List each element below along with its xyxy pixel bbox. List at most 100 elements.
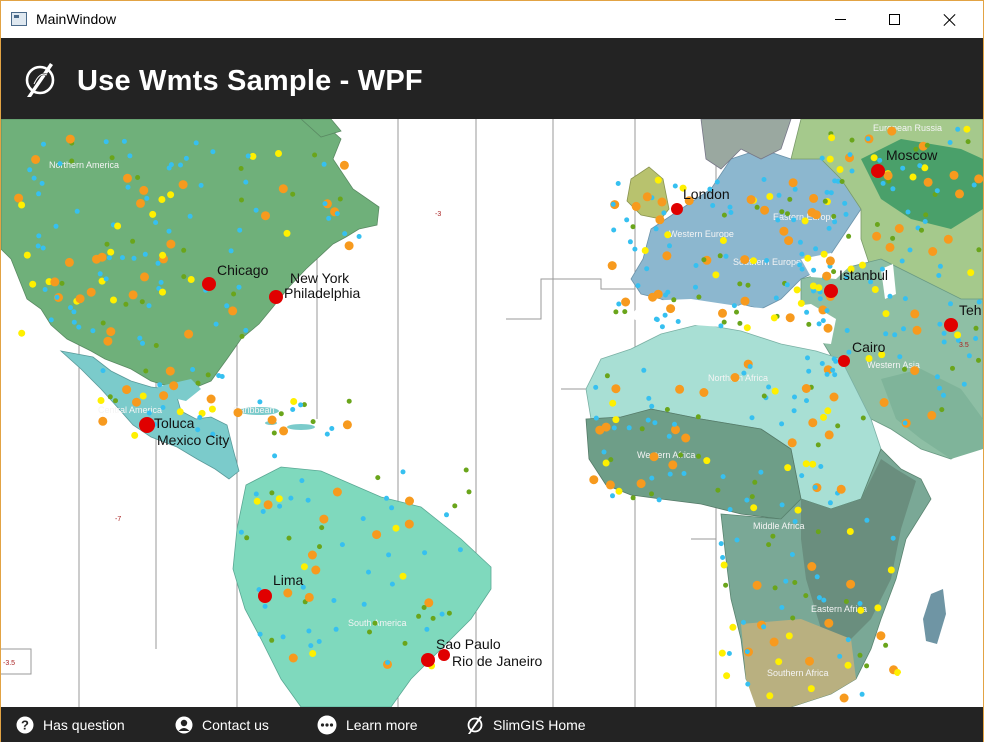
close-button[interactable]	[927, 1, 973, 38]
city-dot	[605, 480, 615, 490]
city-dot	[825, 256, 835, 266]
city-dot	[839, 179, 845, 184]
more-icon	[317, 715, 337, 734]
has-question-link[interactable]: ? Has question	[16, 707, 125, 742]
city-dot	[797, 239, 803, 245]
city-dot	[630, 224, 636, 230]
main-window: MainWindow Use Wmts Sample - WPF Norther…	[0, 0, 984, 742]
city-dot	[333, 626, 339, 632]
city-dot	[100, 368, 106, 374]
city-dot	[205, 372, 211, 378]
city-dot	[305, 497, 311, 503]
city-dot	[208, 405, 216, 413]
city-dot	[965, 139, 971, 145]
city-label-moscow: Moscow	[886, 147, 938, 163]
city-dot	[319, 525, 325, 531]
city-dot	[272, 453, 278, 459]
city-dot	[846, 528, 854, 535]
city-dot	[814, 574, 820, 580]
city-dot	[749, 415, 755, 421]
city-dot	[337, 196, 343, 202]
city-dot	[776, 192, 782, 198]
city-dot	[693, 284, 698, 290]
city-dot	[316, 639, 322, 644]
city-dot	[375, 475, 381, 481]
city-dot	[864, 663, 870, 669]
city-dot	[954, 331, 962, 339]
city-dot	[712, 271, 720, 279]
city-dot	[950, 365, 955, 371]
city-dot	[611, 425, 617, 431]
city-dot	[816, 321, 822, 327]
city-dot	[737, 320, 743, 326]
minimize-button[interactable]	[817, 1, 863, 38]
maximize-button[interactable]	[871, 1, 917, 38]
city-dot	[745, 681, 751, 687]
city-dot	[71, 309, 77, 315]
slimgis-home-link[interactable]: SlimGIS Home	[466, 707, 586, 742]
city-dot	[744, 497, 750, 503]
city-dot	[820, 250, 828, 258]
city-dot	[653, 226, 659, 232]
has-question-label: Has question	[43, 716, 125, 733]
city-dot	[132, 397, 141, 407]
city-dot	[31, 155, 41, 164]
city-dot	[128, 290, 138, 300]
city-dot	[322, 201, 328, 207]
city-dot	[883, 331, 889, 337]
map-view[interactable]: Northern America Central America Caribbe…	[1, 119, 983, 707]
city-dot	[721, 319, 727, 325]
learn-more-link[interactable]: Learn more	[317, 707, 418, 742]
city-dot	[622, 309, 628, 315]
city-dot	[131, 431, 139, 439]
city-dot	[844, 328, 850, 333]
city-dot	[642, 192, 652, 202]
city-dot	[949, 170, 959, 180]
city-dot	[195, 380, 201, 386]
city-dot	[967, 269, 975, 277]
city-dot	[874, 222, 880, 227]
city-dot	[649, 403, 655, 409]
city-dot	[659, 324, 665, 330]
city-marker-istanbul	[824, 284, 838, 298]
city-dot	[883, 642, 889, 648]
city-dot	[948, 301, 953, 307]
city-dot	[298, 402, 304, 408]
map-canvas[interactable]: Northern America Central America Caribbe…	[1, 119, 983, 707]
city-dot	[630, 495, 636, 501]
city-dot	[48, 317, 54, 323]
city-dot	[342, 231, 348, 237]
city-dot	[648, 292, 658, 302]
city-dot	[832, 372, 838, 378]
city-dot	[261, 211, 270, 221]
city-dot	[750, 257, 757, 265]
city-dot	[789, 552, 795, 557]
city-dot	[752, 580, 762, 590]
city-dot	[809, 460, 817, 468]
city-dot	[922, 219, 928, 224]
city-dot	[159, 391, 169, 401]
city-dot	[122, 385, 132, 395]
contact-us-link[interactable]: Contact us	[175, 707, 269, 742]
city-dot	[86, 287, 96, 297]
city-dot	[720, 555, 726, 560]
page-title: Use Wmts Sample - WPF	[77, 65, 423, 97]
city-dot	[723, 582, 729, 588]
city-dot	[824, 407, 832, 415]
city-dot	[140, 340, 145, 346]
city-dot	[290, 191, 296, 197]
city-dot	[121, 138, 127, 144]
city-dot	[721, 212, 727, 218]
city-dot	[877, 157, 883, 163]
city-dot	[224, 303, 230, 309]
city-dot	[752, 479, 758, 485]
city-dot	[794, 506, 802, 514]
city-dot	[109, 155, 115, 161]
city-dot	[734, 537, 740, 543]
title-bar[interactable]: MainWindow	[1, 1, 983, 38]
city-dot	[941, 392, 946, 398]
city-dot	[90, 328, 96, 334]
city-dot	[846, 233, 852, 239]
city-dot	[228, 306, 238, 316]
city-dot	[604, 373, 610, 379]
